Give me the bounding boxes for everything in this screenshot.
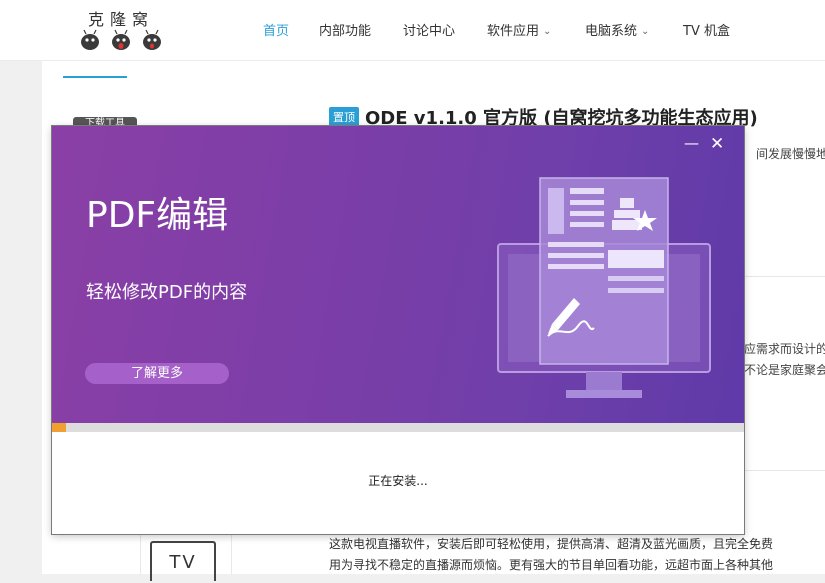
pinned-badge: 置顶 [329,107,359,127]
tv-icon: TV [150,541,216,581]
minimize-icon[interactable]: — [684,134,699,152]
installer-dialog: — ✕ PDF编辑 轻松修改PDF的内容 了解更多 正在安装... [52,126,744,534]
learn-more-button[interactable]: 了解更多 [85,363,229,384]
site-logo[interactable]: 克隆窝 [78,6,164,52]
close-icon[interactable]: ✕ [710,134,724,154]
post-snippet: 不论是家庭聚会 [744,363,825,377]
product-subtitle: 轻松修改PDF的内容 [86,282,248,303]
chevron-down-icon: ⌄ [641,26,650,37]
post-snippet: 应需求而设计的 [744,342,825,356]
install-progress-bar [52,423,744,432]
post-excerpt-line: 用为寻找不稳定的直播源而烦恼。更有强大的节目单回看功能，远超市面上各种其他 [329,558,774,572]
nav-tv-box[interactable]: TV 机盒 [683,20,730,39]
pdf-edit-illustration-icon [497,177,711,398]
nav-pc-system[interactable]: 电脑系统 ⌄ [585,20,649,39]
chevron-down-icon: ⌄ [543,26,552,37]
nav-software[interactable]: 软件应用 ⌄ [487,20,551,39]
nav-discussion[interactable]: 讨论中心 [403,20,455,39]
site-header: 克隆窝 首页 内部功能 讨论中心 软件应用 ⌄ 电脑系统 ⌄ TV 机盒 [0,0,825,61]
logo-bugs-icon [81,29,161,50]
logo-text: 克隆窝 [87,10,154,29]
installer-banner: — ✕ PDF编辑 轻松修改PDF的内容 了解更多 [52,126,744,423]
nav-internal[interactable]: 内部功能 [319,20,371,39]
install-progress-fill [52,423,66,432]
nav-internal-label: 内部功能 [319,24,372,39]
nav-pc-system-label: 电脑系统 [585,24,638,39]
nav-tv-box-label: TV 机盒 [683,24,730,39]
install-status: 正在安装... [368,474,428,488]
nav-home[interactable]: 首页 [263,20,289,39]
tab-underline [63,76,127,78]
post-snippet: 间发展慢慢地 [756,147,825,161]
nav-software-label: 软件应用 [487,24,540,39]
product-title: PDF编辑 [86,195,229,236]
nav-discussion-label: 讨论中心 [403,24,456,39]
post-excerpt-line: 这款电视直播软件，安装后即可轻松使用，提供高清、超清及蓝光画质，且完全免费 [329,537,774,551]
nav-home-label: 首页 [263,24,290,39]
